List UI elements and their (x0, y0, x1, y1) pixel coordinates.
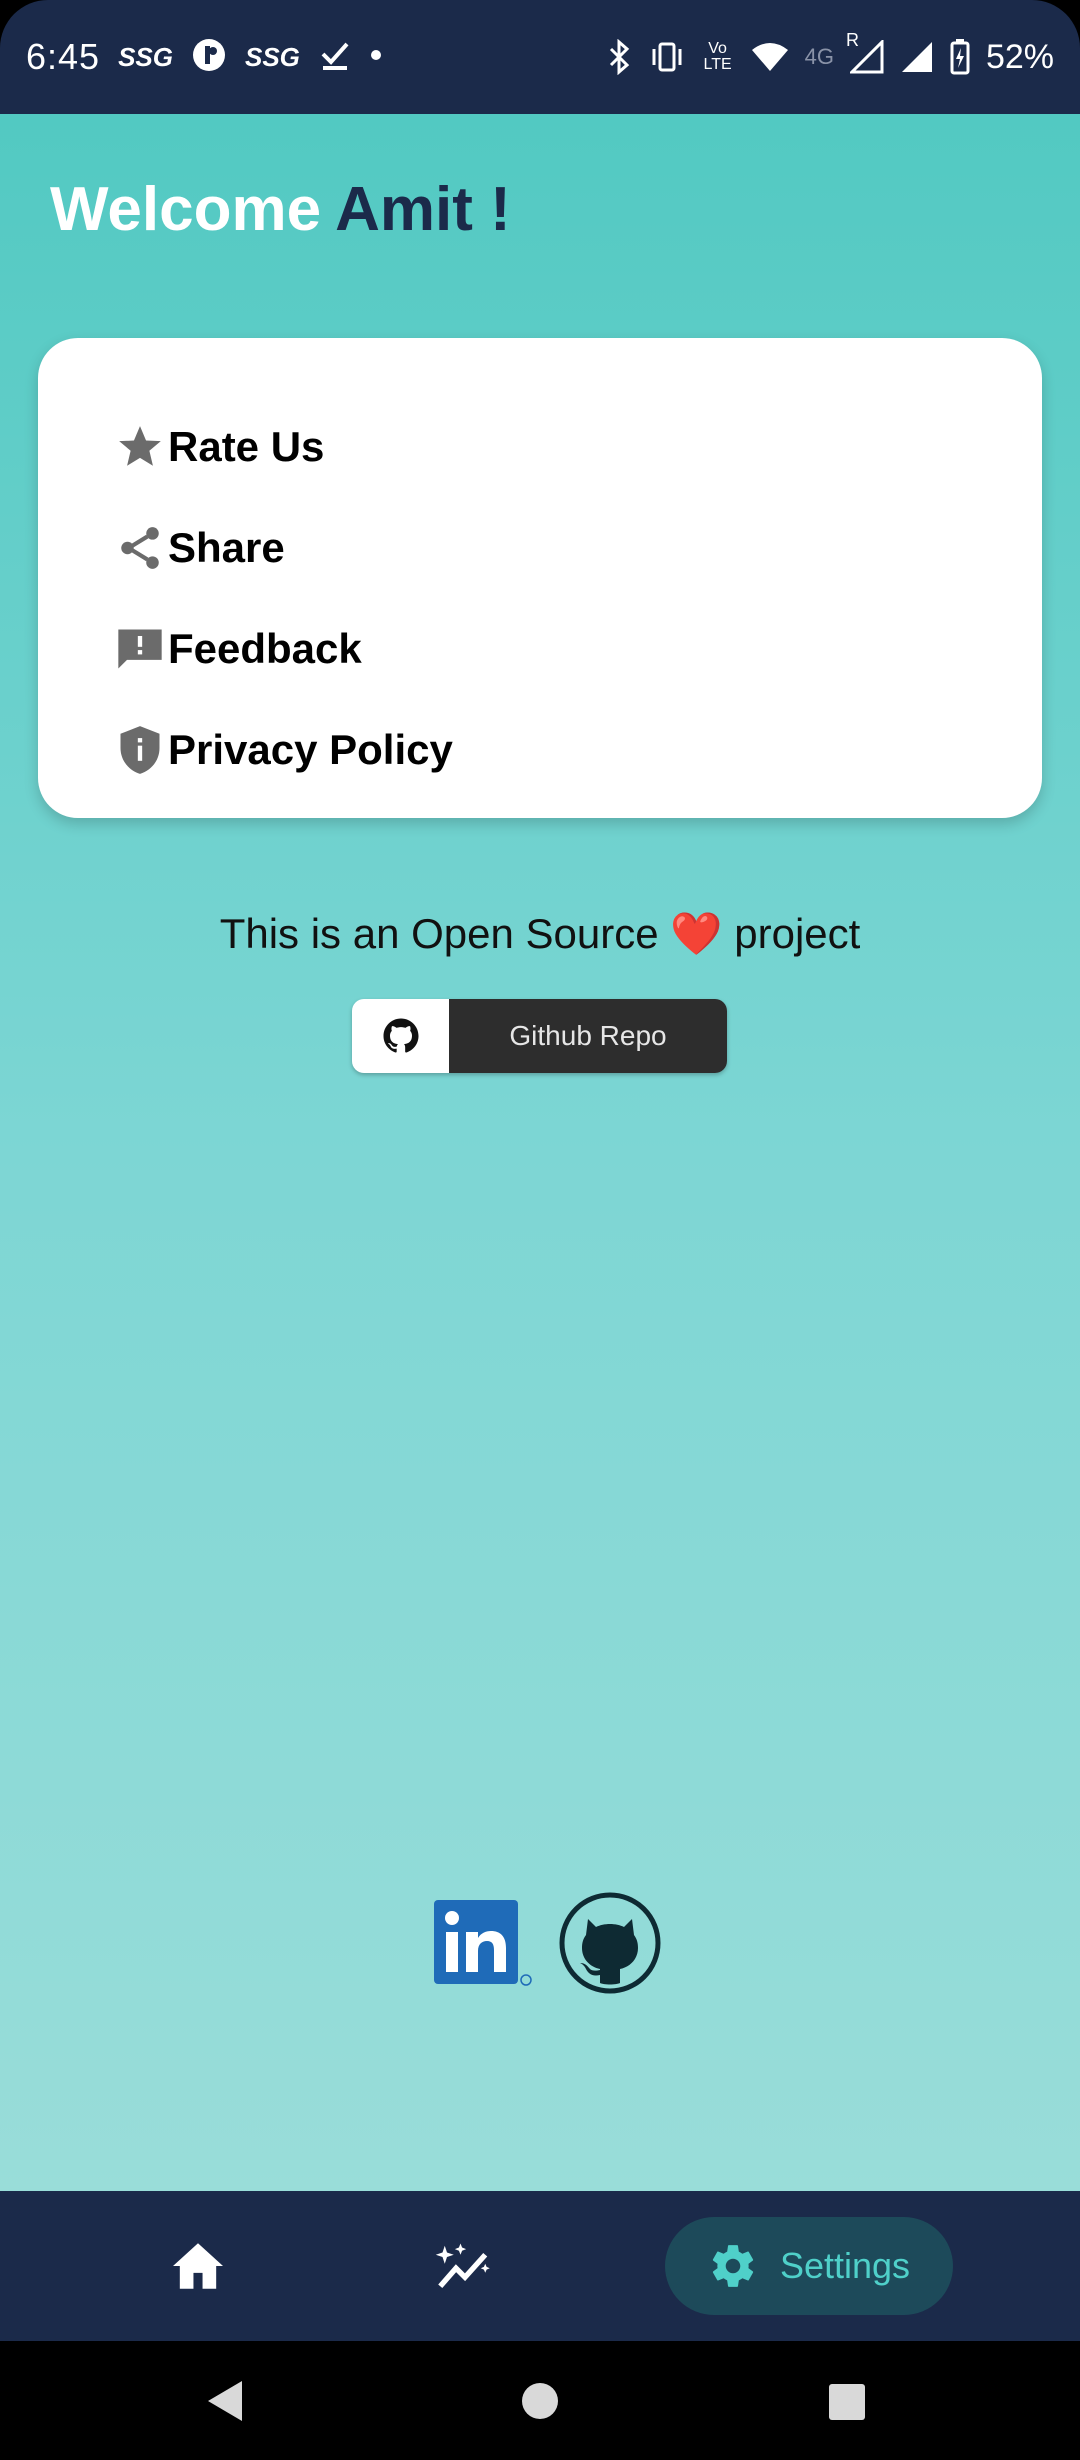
menu-item-share[interactable]: Share (112, 497, 1042, 598)
menu-item-feedback[interactable]: Feedback (112, 598, 1042, 699)
open-source-text-before: This is an Open Source (219, 910, 659, 957)
circle-app-icon (191, 37, 227, 78)
bluetooth-icon (607, 39, 633, 75)
volte-icon: Vo LTE (703, 40, 732, 73)
signal-icon (900, 40, 934, 74)
back-icon[interactable] (204, 2379, 244, 2423)
battery-percent: 52% (985, 37, 1054, 76)
status-bar: 6:45 SSG SSG Vo LTE 4G R 52% (0, 0, 1080, 114)
github-profile-icon[interactable] (558, 1891, 662, 1995)
vibrate-icon (649, 41, 685, 73)
network-type-label: 4G (804, 44, 834, 69)
nav-insights[interactable] (425, 2236, 505, 2296)
github-badge-icon-area (352, 999, 449, 1073)
star-icon (112, 419, 168, 475)
github-icon (383, 1018, 418, 1053)
user-name: Amit ! (335, 175, 511, 244)
menu-item-label: Privacy Policy (168, 725, 453, 773)
status-time: 6:45 (26, 36, 101, 77)
gear-icon (712, 2245, 754, 2287)
dot-icon (370, 48, 382, 66)
battery-charging-icon (950, 39, 970, 75)
settings-menu-card: Rate Us Share Feedback Privacy Policy (38, 338, 1042, 818)
system-navigation-bar (0, 2341, 1080, 2460)
home-icon (173, 2243, 223, 2289)
heart-icon: ❤️ (670, 910, 723, 957)
open-source-text-after: project (734, 910, 861, 957)
feedback-icon (112, 621, 168, 677)
auto-graph-icon (435, 2243, 490, 2289)
github-repo-button[interactable]: Github Repo (352, 999, 727, 1073)
menu-item-label: Rate Us (168, 422, 325, 470)
linkedin-icon[interactable] (432, 1898, 534, 1988)
nav-settings[interactable]: Settings (665, 2217, 953, 2315)
main-content: Welcome Amit ! Rate Us Share Feedback Pri… (0, 114, 1080, 2191)
ssg-icon-2: SSG (245, 41, 300, 72)
home-circle-icon[interactable] (520, 2381, 560, 2421)
nav-settings-label: Settings (779, 2245, 911, 2286)
bottom-navigation: Settings (0, 2191, 1080, 2341)
roaming-label: R (845, 30, 859, 50)
welcome-word: Welcome (50, 175, 322, 244)
menu-item-privacy-policy[interactable]: Privacy Policy (112, 699, 1042, 800)
shield-info-icon (112, 722, 168, 778)
welcome-title: Welcome Amit ! (50, 174, 511, 245)
wifi-icon (751, 42, 789, 72)
open-source-text: This is an Open Source ❤️ project (0, 910, 1080, 959)
menu-item-label: Feedback (168, 624, 362, 672)
ssg-icon: SSG (118, 41, 173, 72)
recents-icon[interactable] (828, 2383, 866, 2421)
github-repo-label: Github Repo (449, 999, 727, 1073)
share-icon (112, 520, 168, 576)
signal-roaming-icon: R (846, 30, 884, 74)
nav-home[interactable] (158, 2236, 238, 2296)
social-links (432, 1891, 662, 1995)
download-done-icon (318, 38, 352, 77)
menu-item-label: Share (168, 523, 285, 571)
menu-item-rate-us[interactable]: Rate Us (112, 396, 1042, 497)
